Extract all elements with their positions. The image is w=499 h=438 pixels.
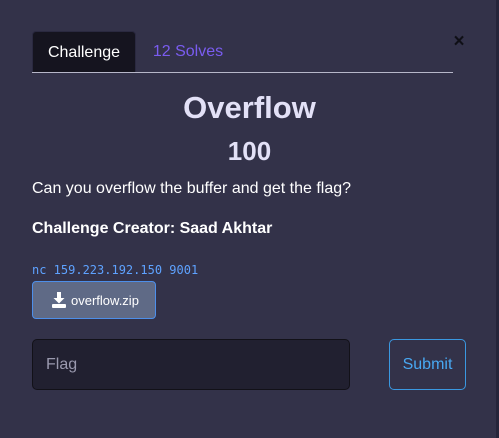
challenge-points: 100 <box>227 136 272 166</box>
download-icon <box>52 292 66 308</box>
download-file-button[interactable]: overflow.zip <box>32 281 156 319</box>
challenge-tabs: Challenge 12 Solves <box>32 31 453 73</box>
download-file-label: overflow.zip <box>71 293 139 308</box>
close-icon[interactable]: × <box>451 32 467 52</box>
submit-button[interactable]: Submit <box>389 339 466 390</box>
challenge-description: Can you overflow the buffer and get the … <box>32 180 352 197</box>
connection-info: nc 159.223.192.150 9001 <box>32 263 199 277</box>
challenge-creator: Challenge Creator: Saad Akhtar <box>32 220 273 237</box>
challenge-title: Overflow <box>183 90 316 125</box>
tab-challenge[interactable]: Challenge <box>32 31 136 72</box>
challenge-modal: Challenge 12 Solves × Overflow 100 Can y… <box>0 0 499 438</box>
flag-input[interactable] <box>32 339 350 390</box>
tab-solves[interactable]: 12 Solves <box>152 31 224 72</box>
